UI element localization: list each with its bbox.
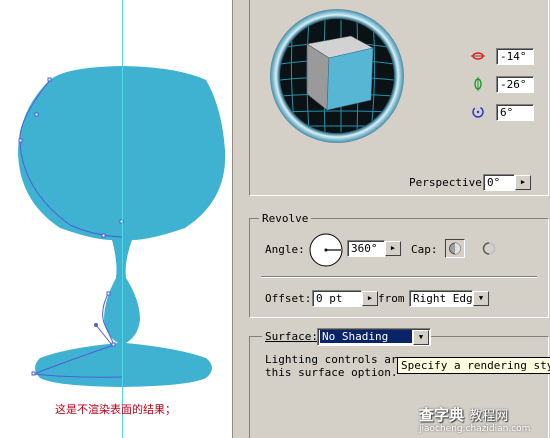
cap-on-button[interactable]: [445, 239, 465, 258]
watermark: 查字典 教程网 jiaocheng.chazidian.com: [413, 404, 550, 438]
watermark-title: 查字典 教程网: [419, 406, 509, 424]
angle-field[interactable]: 360°: [347, 240, 385, 257]
offset-arrow-button[interactable]: ▶: [362, 291, 378, 306]
watermark-url: jiaocheng.chazidian.com: [419, 424, 531, 434]
surface-info-line-2: this surface option.: [265, 366, 398, 379]
surface-info-line-1: Lighting controls are: [265, 353, 405, 366]
surface-select-value: No Shading: [320, 330, 412, 343]
surface-label: Surface:: [262, 330, 321, 343]
revolve-group-label: Revolve: [259, 212, 312, 225]
rotate-z-icon: [472, 106, 484, 118]
angle-arrow-button[interactable]: ▶: [385, 241, 401, 256]
revolve-separator: [261, 276, 537, 278]
offset-label: Offset:: [265, 292, 312, 305]
vertical-guide[interactable]: [122, 0, 123, 438]
cap-label: Cap:: [411, 243, 438, 256]
artboard[interactable]: 这是不渲染表面的结果；: [0, 0, 232, 438]
rotate-x-icon: [471, 52, 485, 60]
perspective-arrow-button[interactable]: ▶: [515, 175, 531, 190]
cube-front-face: [326, 47, 374, 111]
3d-revolve-options-panel: -14° -26° 6° Perspective: 0° ▶ Revolve A…: [232, 0, 550, 438]
cap-on-icon: [449, 242, 461, 255]
triangle-down-icon: ▼: [478, 294, 484, 302]
triangle-right-icon: ▶: [367, 294, 373, 302]
triangle-right-icon: ▶: [390, 244, 396, 252]
offset-field[interactable]: 0 pt: [312, 290, 362, 307]
from-select[interactable]: Right Edge: [409, 290, 473, 307]
surface-tooltip: Specify a rendering style: [397, 357, 550, 374]
rotate-z-field[interactable]: 6°: [496, 104, 534, 121]
rotation-track-cube[interactable]: [269, 8, 405, 144]
perspective-label: Perspective:: [409, 176, 489, 189]
surface-dropdown-button[interactable]: ▼: [413, 330, 429, 345]
angle-dial[interactable]: [308, 232, 344, 268]
cap-off-icon[interactable]: [481, 241, 497, 256]
from-dropdown-button[interactable]: ▼: [473, 291, 489, 306]
rotate-y-field[interactable]: -26°: [496, 76, 534, 93]
caption-text: 这是不渲染表面的结果；: [55, 403, 176, 416]
triangle-down-icon: ▼: [418, 333, 424, 341]
perspective-field[interactable]: 0°: [483, 174, 515, 191]
surface-select[interactable]: No Shading ▼: [317, 328, 431, 346]
rotate-x-field[interactable]: -14°: [496, 48, 534, 65]
wine-glass-artwork: [18, 66, 226, 387]
angle-label: Angle:: [265, 243, 305, 256]
from-label: from: [378, 292, 405, 305]
rotate-y-icon: [474, 77, 482, 91]
triangle-right-icon: ▶: [520, 178, 526, 186]
